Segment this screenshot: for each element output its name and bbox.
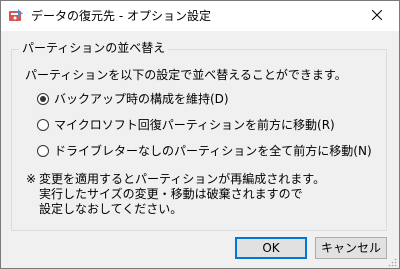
note-line: 実行したサイズの変更・移動は破棄されますので <box>39 187 303 201</box>
options-dialog: データの復元先 - オプション設定 パーティションの並べ替え パーティションを以… <box>0 0 400 269</box>
radio-label: バックアップ時の構成を維持(D) <box>54 92 229 106</box>
disk-restore-icon <box>8 8 24 24</box>
radio-label: マイクロソフト回復パーティションを前方に移動(R) <box>54 118 335 132</box>
note-text: 変更を適用するとパーティションが再編成されます。 実行したサイズの変更・移動は破… <box>39 172 325 217</box>
window-title: データの復元先 - オプション設定 <box>31 9 211 23</box>
group-description: パーティションを以下の設定で並べ替えることができます。 <box>25 68 347 82</box>
radio-button[interactable] <box>37 145 49 157</box>
title-bar[interactable]: データの復元先 - オプション設定 <box>1 1 399 31</box>
radio-move-no-letter-forward[interactable]: ドライブレターなしのパーティションを全て前方に移動(N) <box>37 143 372 159</box>
radio-move-recovery-forward[interactable]: マイクロソフト回復パーティションを前方に移動(R) <box>37 117 335 133</box>
note-line: 変更を適用するとパーティションが再編成されます。 <box>39 172 326 186</box>
group-legend: パーティションの並べ替え <box>19 40 169 56</box>
ok-button[interactable]: OK <box>235 237 307 259</box>
cancel-button[interactable]: キャンセル <box>315 237 387 259</box>
close-button[interactable] <box>355 1 399 31</box>
radio-label: ドライブレターなしのパーティションを全て前方に移動(N) <box>54 144 372 158</box>
radio-button-checked[interactable] <box>37 93 49 105</box>
close-icon <box>371 9 383 23</box>
note-mark: ※ <box>26 172 37 186</box>
radio-keep-backup-layout[interactable]: バックアップ時の構成を維持(D) <box>37 91 229 107</box>
note-line: 設定しなおしてください。 <box>39 202 183 216</box>
radio-button[interactable] <box>37 119 49 131</box>
resize-grip-icon[interactable] <box>387 256 397 267</box>
